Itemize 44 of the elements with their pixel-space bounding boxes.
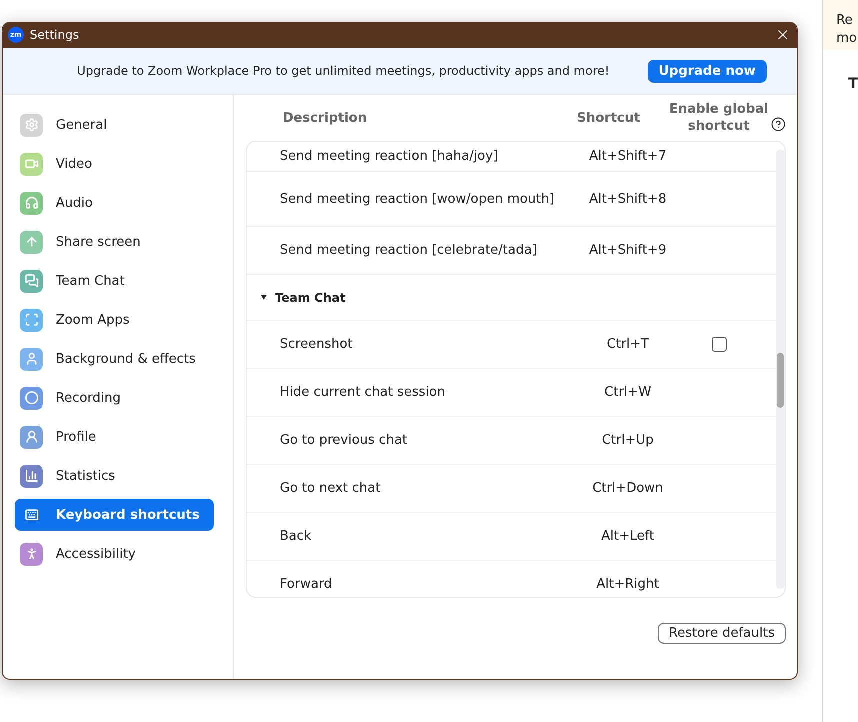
sidebar-item[interactable]: Keyboard shortcuts [15,499,214,531]
sidebar-item[interactable]: Accessibility [15,538,214,570]
help-icon[interactable] [771,116,786,132]
window-title: Settings [30,28,80,42]
shortcut-keys: Alt+Shift+9 [580,243,676,258]
column-header: Shortcut [577,110,642,126]
shortcut-description: Go to previous chat [280,433,409,448]
shortcut-keys: Alt+Shift+8 [580,192,676,206]
column-header: Enable global shortcut [668,101,770,135]
shortcut-keys: Ctrl+Down [580,481,676,496]
sidebar-item[interactable]: Background & effects [15,343,214,375]
shortcut-description: Hide current chat session [280,385,447,400]
sidebar-item[interactable]: Audio [15,187,214,219]
shortcut-keys: Ctrl+T [580,337,676,352]
shortcut-description: Go to next chat [280,481,382,496]
shortcut-keys: Ctrl+W [580,385,676,400]
sidebar-item[interactable]: Profile [15,421,214,453]
sidebar-item[interactable]: Statistics [15,460,214,492]
section-header[interactable]: Team Chat [261,290,346,304]
shortcut-description: Send meeting reaction [wow/open mouth] [280,192,556,206]
shortcut-description: Send meeting reaction [celebrate/tada] [280,243,538,258]
sidebar-item[interactable]: Zoom Apps [15,304,214,336]
upgrade-button[interactable]: Upgrade now [648,60,767,82]
shortcut-keys: Alt+Right [580,577,676,592]
sidebar-item[interactable]: General [15,109,214,141]
restore-defaults-button[interactable]: Restore defaults [658,623,786,644]
banner-text: Upgrade to Zoom Workplace Pro to get unlimited meetings, productivity apps and more! [77,64,610,78]
heading-text: T [848,76,858,92]
sidebar-item[interactable]: Share screen [15,226,214,258]
shortcut-keys: Ctrl+Up [580,433,676,448]
sidebar-item[interactable]: Team Chat [15,265,214,297]
shortcut-description: Forward [280,577,334,592]
notice-text: mo [836,30,858,48]
shortcut-description: Screenshot [280,337,354,352]
sidebar-item[interactable]: Recording [15,382,214,414]
shortcut-keys: Alt+Shift+7 [580,149,676,164]
sidebar-item[interactable]: Video [15,148,214,180]
shortcut-keys: Alt+Left [580,529,676,544]
shortcut-description: Send meeting reaction [haha/joy] [280,149,500,164]
scrollbar-thumb[interactable] [777,353,784,408]
global-checkbox[interactable] [712,337,727,352]
shortcut-description: Back [280,529,313,544]
notice-text: Re [836,12,854,30]
column-header: Description [283,110,368,126]
